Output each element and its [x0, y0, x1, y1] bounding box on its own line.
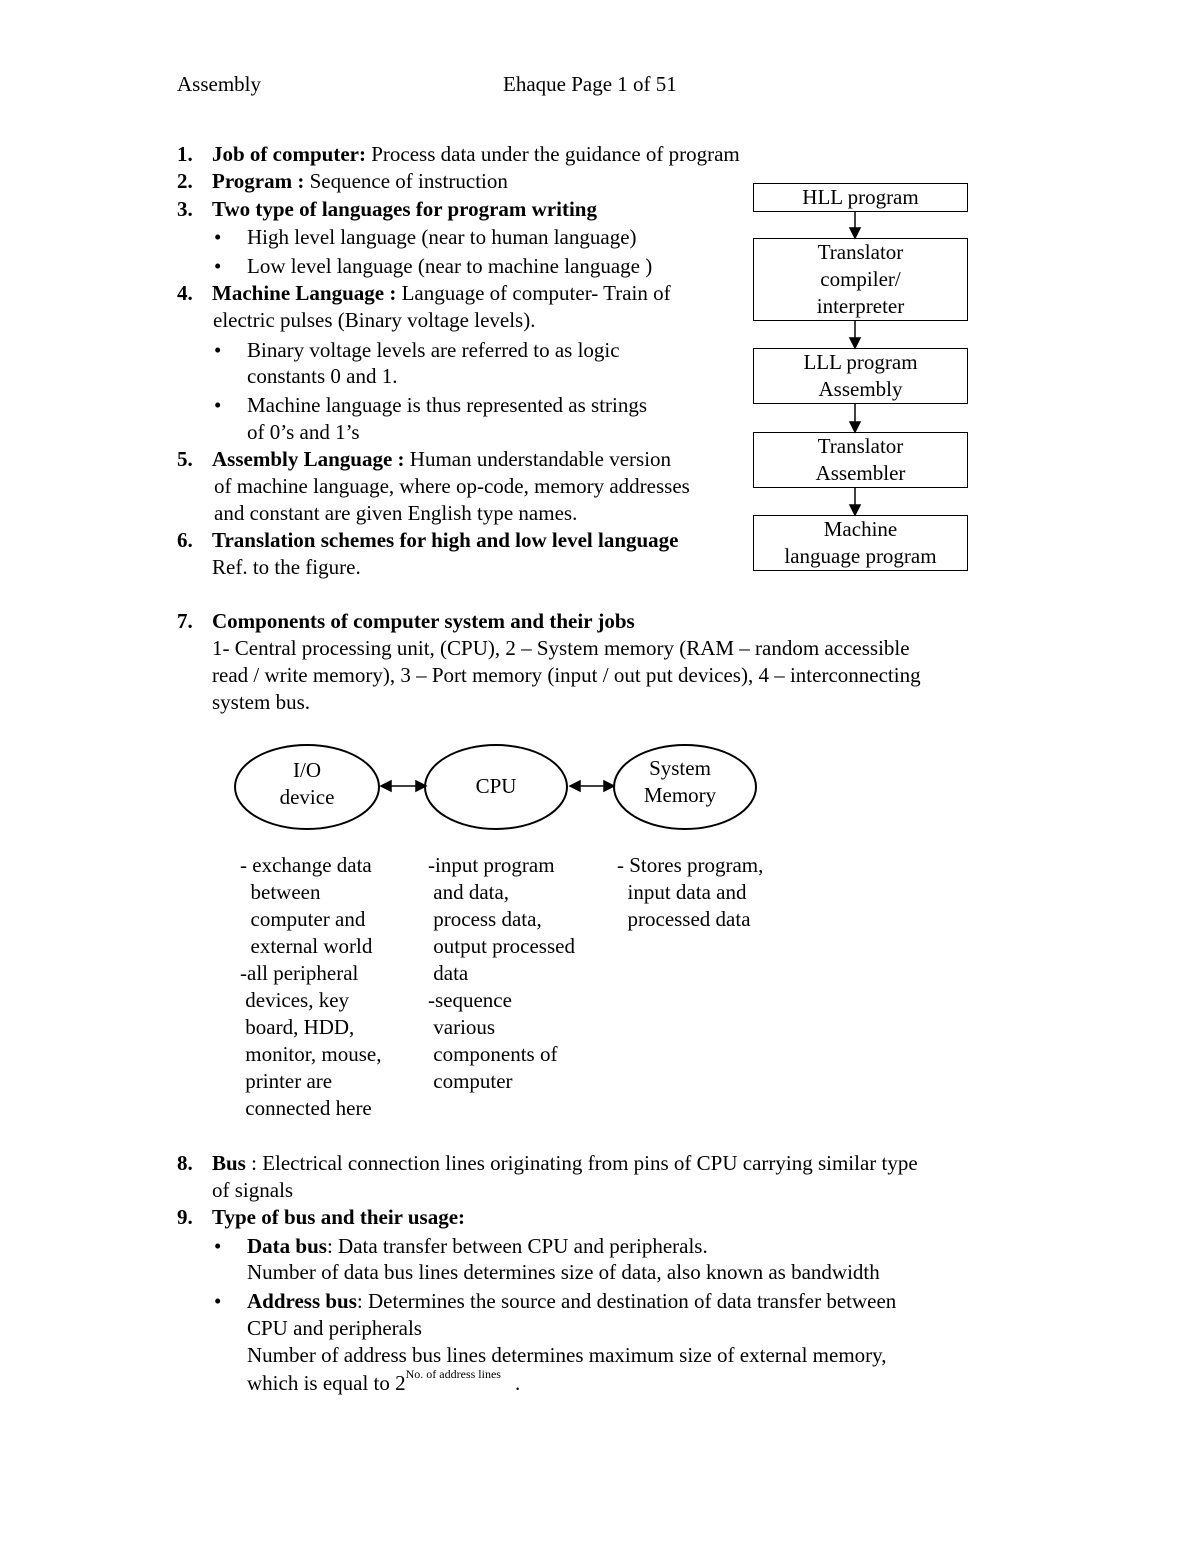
- description-line: -sequence: [428, 988, 512, 1012]
- description-line: components of: [428, 1042, 558, 1066]
- data-bus-line: Number of data bus lines determines size…: [247, 1260, 880, 1284]
- data-bus-term: Data bus: [247, 1234, 327, 1258]
- formula-exponent: No. of address lines: [405, 1367, 501, 1381]
- system-memory-label: System Memory: [620, 755, 740, 809]
- address-bus-body: : Determines the source and destination …: [356, 1289, 897, 1313]
- address-bus-line: CPU and peripherals: [247, 1316, 422, 1340]
- item-number: 8.: [177, 1151, 193, 1175]
- description-line: output processed: [428, 934, 575, 958]
- arrow-head-icon: [603, 779, 616, 793]
- description-line: process data,: [428, 907, 542, 931]
- address-bus-line: Number of address bus lines determines m…: [247, 1343, 887, 1367]
- description-line: printer are: [240, 1069, 333, 1093]
- description-line: computer and: [240, 907, 366, 931]
- data-bus-text: Data bus: Data transfer between CPU and …: [247, 1233, 708, 1260]
- node-label-line: CPU: [475, 774, 517, 798]
- description-line: board, HDD,: [240, 1015, 355, 1039]
- description-line: monitor, mouse,: [240, 1042, 382, 1066]
- description-line: connected here: [240, 1096, 372, 1120]
- node-label-line: device: [279, 785, 335, 809]
- address-bus-term: Address bus: [247, 1289, 357, 1313]
- item-number: 9.: [177, 1205, 193, 1229]
- arrow-head-icon: [379, 779, 392, 793]
- data-bus-body: : Data transfer between CPU and peripher…: [326, 1234, 708, 1258]
- io-device-description: - exchange data between computer and ext…: [240, 852, 381, 1122]
- system-memory-description: - Stores program, input data and process…: [617, 852, 763, 933]
- description-line: processed data: [617, 907, 751, 931]
- description-line: - exchange data: [240, 853, 372, 877]
- description-line: various: [428, 1015, 496, 1039]
- formula-text: which is equal to 2: [247, 1371, 406, 1395]
- description-line: data: [428, 961, 469, 985]
- node-label-line: I/O: [293, 758, 321, 782]
- description-line: and data,: [428, 880, 510, 904]
- formula-end: .: [514, 1371, 521, 1395]
- bullet-icon: •: [214, 1289, 222, 1313]
- cpu-description: -input program and data, process data, o…: [428, 852, 575, 1095]
- item-body: : Electrical connection lines originatin…: [245, 1151, 918, 1175]
- arrow-head-icon: [568, 779, 581, 793]
- item-text-line: of signals: [212, 1178, 294, 1202]
- description-line: between: [240, 880, 321, 904]
- address-bus-formula: which is equal to 2No. of address lines.: [247, 1367, 521, 1397]
- description-line: -all peripheral: [240, 961, 359, 985]
- item-term: Type of bus and their usage:: [212, 1205, 466, 1229]
- description-line: external world: [240, 934, 373, 958]
- cpu-label: CPU: [436, 773, 556, 800]
- description-line: input data and: [617, 880, 747, 904]
- description-line: -input program: [428, 853, 555, 877]
- description-line: - Stores program,: [617, 853, 764, 877]
- item-term: Bus: [212, 1151, 246, 1175]
- description-line: computer: [428, 1069, 513, 1093]
- node-label-line: Memory: [643, 783, 717, 807]
- bullet-icon: •: [214, 1234, 222, 1258]
- io-device-label: I/O device: [247, 757, 367, 811]
- address-bus-text: Address bus: Determines the source and d…: [247, 1288, 896, 1315]
- components-shapes: [234, 744, 757, 830]
- item-text: Bus : Electrical connection lines origin…: [212, 1150, 918, 1177]
- node-label-line: System: [649, 756, 711, 780]
- description-line: devices, key: [240, 988, 350, 1012]
